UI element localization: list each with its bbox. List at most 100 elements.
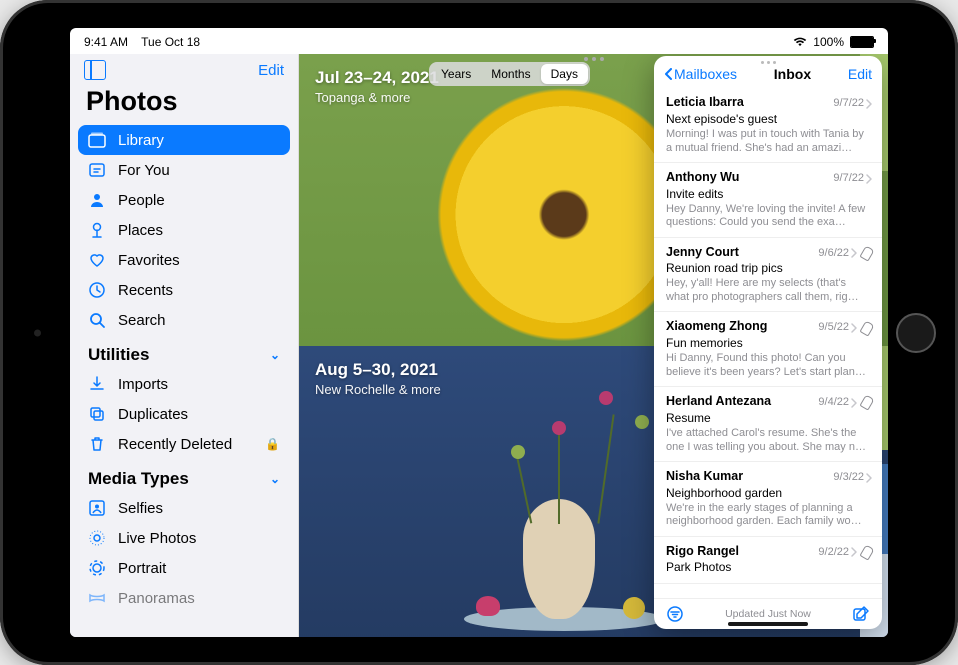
sidebar-list: Library For You People Places: [70, 125, 298, 637]
sidebar-item-search[interactable]: Search: [78, 305, 290, 335]
status-time: 9:41 AM: [84, 35, 128, 49]
portrait-icon: [88, 559, 106, 577]
status-left: 9:41 AM Tue Oct 18: [84, 35, 200, 49]
mail-subject: Neighborhood garden: [666, 486, 872, 501]
mail-preview: We're in the early stages of planning a …: [666, 502, 872, 529]
sidebar-item-label: For You: [118, 162, 170, 179]
sidebar-item-label: Library: [118, 132, 164, 149]
mail-from: Rigo Rangel: [666, 544, 739, 560]
mail-item[interactable]: Anthony Wu9/7/22 Invite editsHey Danny, …: [654, 163, 882, 238]
mail-from: Xiaomeng Zhong: [666, 319, 767, 335]
places-icon: [88, 221, 106, 239]
sidebar-item-library[interactable]: Library: [78, 125, 290, 155]
sidebar-section-media-types[interactable]: Media Types ⌄: [78, 459, 290, 493]
mail-preview: Hey, y'all! Here are my selects (that's …: [666, 277, 872, 304]
foryou-icon: [88, 161, 106, 179]
mail-item[interactable]: Herland Antezana9/4/22 ResumeI've attach…: [654, 387, 882, 462]
sidebar-title: Photos: [70, 82, 298, 125]
sidebar-item-portrait[interactable]: Portrait: [78, 553, 290, 583]
timeframe-segmented-control[interactable]: Years Months Days: [429, 62, 590, 86]
status-date: Tue Oct 18: [141, 35, 200, 49]
sidebar-item-label: Portrait: [118, 560, 166, 577]
tab-days[interactable]: Days: [541, 64, 588, 84]
sidebar-item-selfies[interactable]: Selfies: [78, 493, 290, 523]
heart-icon: [88, 251, 106, 269]
mail-back-button[interactable]: Mailboxes: [664, 66, 737, 82]
mail-date: 9/4/22: [818, 396, 872, 410]
slideover-grabber-icon[interactable]: [654, 56, 882, 66]
mail-from: Anthony Wu: [666, 170, 739, 186]
photo-card-title: Aug 5–30, 2021: [315, 360, 441, 380]
photo-card-title: Jul 23–24, 2021: [315, 68, 439, 88]
mail-edit-button[interactable]: Edit: [848, 66, 872, 82]
lock-icon: 🔒: [265, 437, 280, 451]
sidebar-section-utilities[interactable]: Utilities ⌄: [78, 335, 290, 369]
selfies-icon: [88, 499, 106, 517]
mail-subject: Fun memories: [666, 336, 872, 351]
battery-percent: 100%: [813, 35, 844, 49]
filter-icon[interactable]: [666, 605, 684, 623]
mail-status-text: Updated Just Now: [725, 608, 811, 620]
chevron-right-icon: [866, 99, 872, 109]
trash-icon: [88, 435, 106, 453]
sidebar-item-people[interactable]: People: [78, 185, 290, 215]
chevron-right-icon: [851, 323, 857, 333]
chevron-right-icon: [866, 473, 872, 483]
sidebar-item-recents[interactable]: Recents: [78, 275, 290, 305]
clock-icon: [88, 281, 106, 299]
mail-from: Jenny Court: [666, 245, 739, 261]
chevron-right-icon: [851, 248, 857, 258]
sidebar-item-favorites[interactable]: Favorites: [78, 245, 290, 275]
photos-sidebar: Edit Photos Library For You People: [70, 54, 299, 637]
mail-item[interactable]: Rigo Rangel9/2/22 Park Photos: [654, 537, 882, 585]
sidebar-item-imports[interactable]: Imports: [78, 369, 290, 399]
live-photos-icon: [88, 529, 106, 547]
front-camera: [34, 329, 41, 336]
mail-preview: Hey Danny, We're loving the invite! A fe…: [666, 203, 872, 230]
sidebar-item-live-photos[interactable]: Live Photos: [78, 523, 290, 553]
sidebar-edit-button[interactable]: Edit: [258, 62, 284, 79]
mail-date: 9/6/22: [818, 247, 872, 261]
compose-icon[interactable]: [852, 605, 870, 623]
ipad-frame: 9:41 AM Tue Oct 18 100% Edit Photos: [0, 0, 958, 665]
sidebar-item-label: Search: [118, 312, 166, 329]
mail-from: Leticia Ibarra: [666, 95, 744, 111]
mail-subject: Next episode's guest: [666, 112, 872, 127]
mail-item[interactable]: Leticia Ibarra9/7/22 Next episode's gues…: [654, 88, 882, 163]
status-right: 100%: [793, 35, 874, 49]
sidebar-item-label: Live Photos: [118, 530, 196, 547]
sidebar-toggle-icon[interactable]: [84, 60, 106, 80]
mail-preview: Morning! I was put in touch with Tania b…: [666, 128, 872, 155]
sidebar-item-foryou[interactable]: For You: [78, 155, 290, 185]
multitask-dots-icon[interactable]: [584, 57, 604, 61]
mail-date: 9/5/22: [818, 321, 872, 335]
photo-card-subtitle: New Rochelle & more: [315, 382, 441, 397]
duplicates-icon: [88, 405, 106, 423]
panoramas-icon: [88, 589, 106, 607]
home-indicator[interactable]: [728, 622, 808, 626]
screen: 9:41 AM Tue Oct 18 100% Edit Photos: [70, 28, 888, 637]
sidebar-item-label: Duplicates: [118, 406, 188, 423]
chevron-down-icon: ⌄: [270, 348, 280, 362]
wifi-icon: [793, 37, 807, 47]
mail-item[interactable]: Xiaomeng Zhong9/5/22 Fun memoriesHi Dann…: [654, 312, 882, 387]
status-bar: 9:41 AM Tue Oct 18 100%: [70, 28, 888, 54]
sidebar-item-label: Places: [118, 222, 163, 239]
mail-item[interactable]: Jenny Court9/6/22 Reunion road trip pics…: [654, 238, 882, 313]
sidebar-item-label: Favorites: [118, 252, 180, 269]
mail-item[interactable]: Nisha Kumar 9/3/22 Neighborhood gardenWe'…: [654, 462, 882, 537]
tab-months[interactable]: Months: [481, 64, 540, 84]
sidebar-item-duplicates[interactable]: Duplicates: [78, 399, 290, 429]
mail-date: 9/3/22: [833, 471, 872, 485]
mail-list[interactable]: Leticia Ibarra9/7/22 Next episode's gues…: [654, 88, 882, 598]
mail-preview: I've attached Carol's resume. She's the …: [666, 427, 872, 454]
sidebar-item-panoramas[interactable]: Panoramas: [78, 583, 290, 613]
sidebar-item-label: Recents: [118, 282, 173, 299]
sidebar-item-label: People: [118, 192, 165, 209]
sidebar-item-recently-deleted[interactable]: Recently Deleted 🔒: [78, 429, 290, 459]
mail-from: Nisha Kumar: [666, 469, 743, 485]
sidebar-item-places[interactable]: Places: [78, 215, 290, 245]
home-button[interactable]: [896, 313, 936, 353]
tab-years[interactable]: Years: [431, 64, 481, 84]
mail-header: Mailboxes Inbox Edit: [654, 66, 882, 88]
